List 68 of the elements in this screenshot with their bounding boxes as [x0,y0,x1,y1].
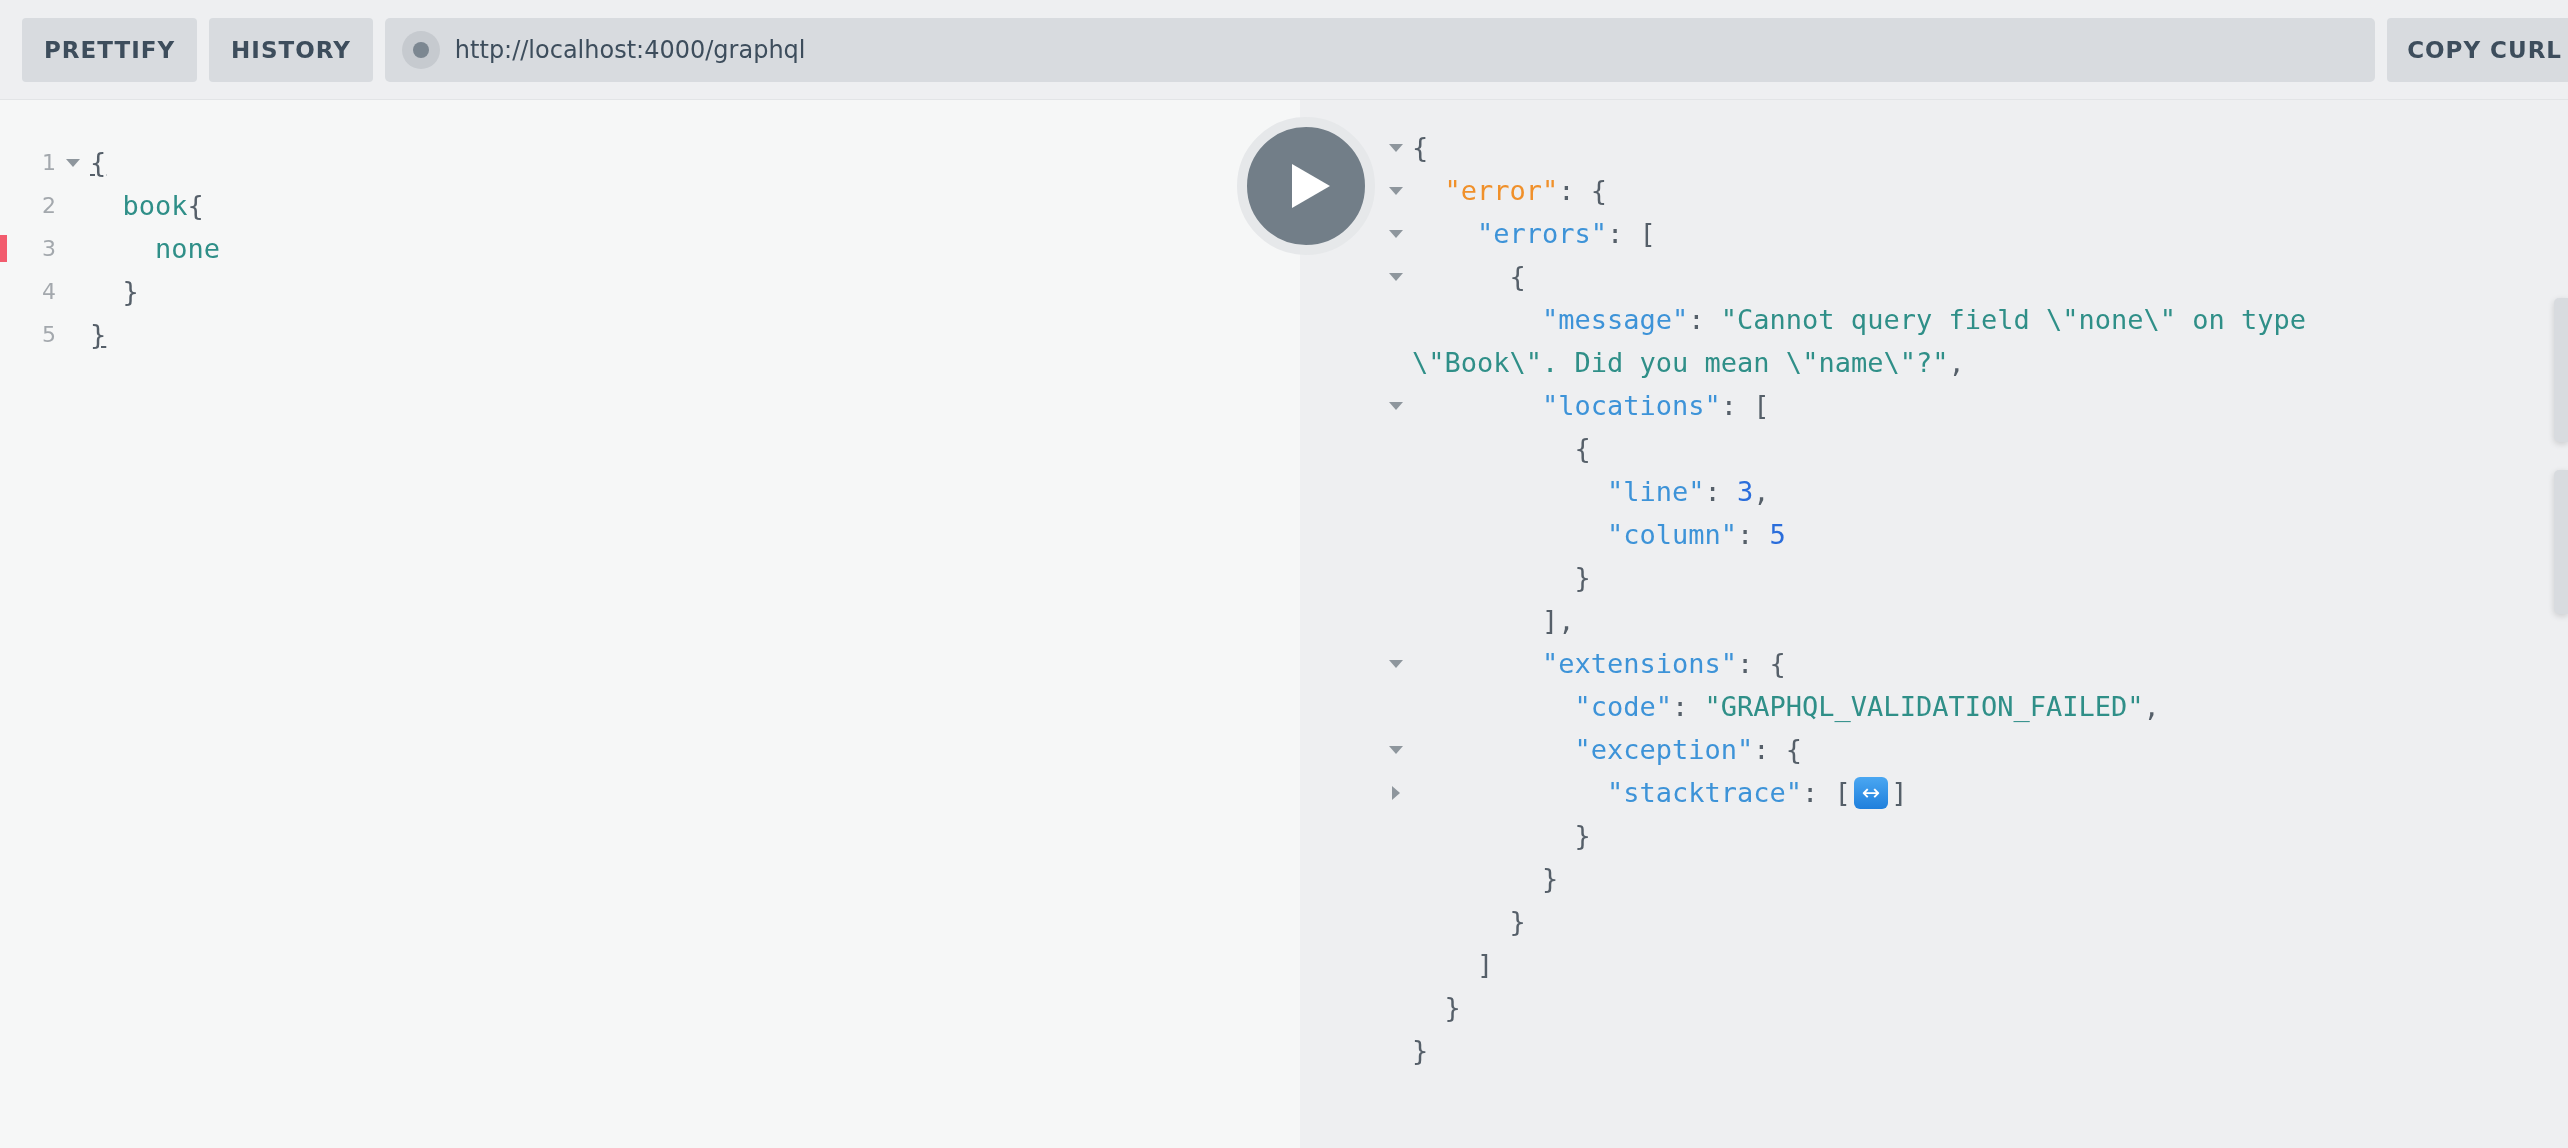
code-punctuation: , [1948,347,1965,378]
fold-arrow-icon[interactable] [1389,659,1403,668]
code-punctuation: ] [1477,949,1494,980]
json-key: "errors" [1477,218,1608,249]
fold-arrow-icon[interactable] [1389,186,1403,195]
json-key: "locations" [1542,390,1721,421]
code-punctuation: , [1753,476,1770,507]
code-punctuation: : { [1753,734,1803,765]
line-number: 5 [41,322,56,347]
line-number: 1 [41,150,56,175]
json-key: "code" [1574,691,1673,722]
code-punctuation: } [1574,820,1591,851]
line-number: 3 [41,236,56,261]
fold-arrow-icon[interactable] [1389,143,1403,152]
code-punctuation: : [ [1802,777,1851,808]
json-key: "exception" [1574,734,1754,765]
code-punctuation: : [1688,304,1706,335]
json-key: "column" [1607,519,1738,550]
copy-curl-button[interactable]: COPY CURL [2387,17,2568,82]
code-punctuation: : { [1737,648,1786,679]
fold-arrow-icon[interactable] [66,158,80,167]
matched-bracket: } [90,319,107,350]
url-field[interactable]: http://localhost:4000/graphql [384,17,2376,82]
code-punctuation: } [122,276,139,307]
code-punctuation: } [1542,863,1559,894]
code-punctuation: , [2143,691,2160,722]
code-punctuation: : [1672,691,1690,722]
toolbar-button[interactable]: PRETTIFY [22,17,198,82]
json-key: "message" [1542,304,1689,335]
code-punctuation: } [1412,1035,1429,1066]
query-field: none [155,233,221,264]
json-key: "extensions" [1542,648,1738,679]
fold-arrow-icon[interactable] [1389,272,1403,281]
code-punctuation: ] [1891,777,1908,808]
query-editor[interactable]: 1 { 2 book{ 3 none 4 } 5 } [0,100,1300,1148]
json-number: 5 [1769,519,1786,550]
json-string: \"Book\". Did you mean \"name\"?" [1412,347,1949,378]
json-key: "error" [1444,175,1559,206]
json-string: "Cannot query field \"none\" on type [1720,304,2307,335]
json-string: "GRAPHQL_VALIDATION_FAILED" [1704,691,2144,722]
code-punctuation: { [1574,433,1591,464]
play-icon [1290,164,1330,208]
code-punctuation: } [1444,992,1461,1023]
fold-arrow-icon[interactable] [1389,229,1403,238]
json-key: "line" [1607,476,1705,507]
json-key: "stacktrace" [1607,777,1803,808]
code-punctuation: : [1704,476,1722,507]
line-number: 4 [41,279,56,304]
fold-arrow-icon[interactable] [1389,401,1403,410]
code-punctuation: } [1574,562,1591,593]
code-punctuation: : { [1558,175,1608,206]
matched-bracket: { [90,147,107,178]
code-punctuation: { [1509,261,1526,292]
line-number: 2 [41,193,56,218]
code-punctuation: : [1737,519,1755,550]
expand-arrow-icon[interactable] [1392,785,1400,800]
code-punctuation: : [ [1720,390,1770,421]
toolbar-button[interactable]: HISTORY [209,17,373,82]
query-field: book [122,190,188,221]
code-punctuation: { [187,190,204,221]
code-punctuation: { [1412,132,1429,163]
json-number: 3 [1737,476,1754,507]
code-punctuation: } [1509,906,1526,937]
code-punctuation: : [ [1607,218,1656,249]
expand-button[interactable]: ↔ [1853,776,1889,809]
code-punctuation: ], [1542,605,1575,636]
status-dot-icon [400,29,441,70]
fold-arrow-icon[interactable] [1389,745,1403,754]
